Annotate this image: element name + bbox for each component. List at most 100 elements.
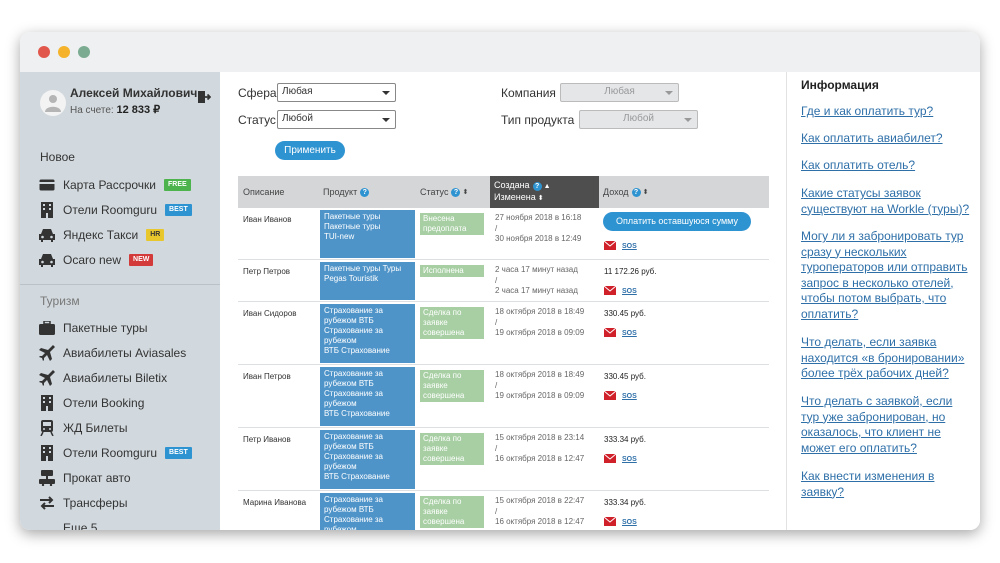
product-cell[interactable]: Пакетные туры Пакетные туры TUI-new [320,210,415,258]
income-value: 330.45 руб. [604,309,646,318]
product-line: рубежом [324,399,357,408]
column-description[interactable]: Описание [243,176,318,208]
status-line: предоплата [423,224,467,233]
car-rental-icon [38,470,56,486]
minimize-window-dot[interactable] [58,46,70,58]
status-label: Статус [238,113,276,127]
mail-icon[interactable] [603,282,617,300]
mail-icon[interactable] [603,387,617,405]
sidebar-item-car-rental[interactable]: Прокат авто [38,468,131,488]
table-row[interactable]: Иван Иванов Пакетные туры Пакетные туры TUI… [238,208,769,260]
income-value: 330.45 руб. [604,372,646,381]
info-link[interactable]: Что делать, если заявка находится «в бро… [801,335,973,382]
product-line: рубежом ВТБ [324,505,374,514]
column-product[interactable]: Продукт? [323,176,413,208]
pay-remaining-button[interactable]: Оплатить оставшуюся сумму [603,212,751,231]
sidebar-item-package-tours[interactable]: Пакетные туры [38,318,148,338]
sidebar-item-installment-card[interactable]: Карта Рассрочки FREE [38,175,191,195]
hotel-icon [38,445,56,461]
dates-cell: 15 октября 2018 в 22:47/16 октября 2018 … [495,496,584,528]
sos-link[interactable]: SOS [622,330,637,337]
help-icon[interactable]: ? [451,187,461,197]
product-cell[interactable]: Страхование за рубежом ВТБ Страхование за р… [320,493,415,530]
sort-icon[interactable]: ⬍ [462,188,468,196]
info-link[interactable]: Какие статусы заявок существуют на Workl… [801,186,973,217]
info-link[interactable]: Что делать с заявкой, если тур уже забро… [801,394,973,456]
product-line: ВТБ Страхование [324,346,390,355]
sos-link[interactable]: SOS [622,288,637,295]
help-icon[interactable]: ? [532,182,542,191]
sos-link[interactable]: SOS [622,456,637,463]
product-cell[interactable]: Страхование за рубежом ВТБ Страхование за р… [320,304,415,363]
dates-cell: 18 октября 2018 в 18:49/19 октября 2018 … [495,307,584,339]
table-row[interactable]: Иван Петров Страхование за рубежом ВТБ Стра… [238,365,769,428]
table-row[interactable]: Петр Иванов Страхование за рубежом ВТБ Стра… [238,428,769,491]
table-row[interactable]: Петр Петров Пакетные туры Туры Pegas Touri… [238,260,769,302]
product-line: Страхование за [324,369,383,378]
sidebar-item-yandex-taxi[interactable]: Яндекс Такси HR [38,225,165,245]
mail-icon[interactable] [603,237,617,255]
sidebar-item-booking[interactable]: Отели Booking [38,393,144,413]
close-window-dot[interactable] [38,46,50,58]
main-content: Сфера Любая Статус Любой Компания Любая … [220,72,786,530]
help-icon[interactable]: ? [360,187,370,197]
mail-icon[interactable] [603,513,617,530]
sidebar-item-roomguru[interactable]: Отели Roomguru BEST [38,200,192,220]
help-icon[interactable]: ? [631,187,641,197]
company-label: Компания [501,86,556,100]
sidebar-item-rail-tickets[interactable]: ЖД Билеты [38,418,128,438]
sidebar-item-biletix[interactable]: Авиабилеты Biletix [38,368,167,388]
table-row[interactable]: Марина Иванова Страхование за рубежом ВТБ С… [238,491,769,530]
table-row[interactable]: Иван Сидоров Страхование за рубежом ВТБ Стр… [238,302,769,365]
info-link[interactable]: Как внести изменения в заявку? [801,469,973,500]
mail-icon[interactable] [603,450,617,468]
best-badge: BEST [165,204,192,216]
date-separator: / [495,506,498,516]
column-status[interactable]: Статус? ⬍ [420,176,490,208]
info-link[interactable]: Могу ли я забронировать тур сразу у неск… [801,229,973,322]
user-block: Алексей Михайлович На счете: 12 833 ₽ [40,84,215,124]
sphere-select[interactable]: Любая [277,83,396,102]
client-name: Иван Петров [243,372,291,381]
mail-icon[interactable] [603,324,617,342]
date-separator: / [495,317,498,327]
created-date: 15 октября 2018 в 23:14 [495,433,585,442]
sidebar-item-ocaro[interactable]: Ocaro new NEW [38,250,154,270]
info-link[interactable]: Где и как оплатить тур? [801,104,973,120]
avatar[interactable] [40,90,66,116]
info-panel: Информация Где и как оплатить тур? Как о… [786,72,980,530]
sos-link[interactable]: SOS [622,243,637,250]
apply-button[interactable]: Применить [275,141,345,160]
info-title: Информация [801,78,879,92]
transfer-icon [38,495,56,511]
product-type-select[interactable]: Любой [579,110,698,129]
dates-cell: 2 часа 17 минут назад/2 часа 17 минут на… [495,265,578,297]
sidebar-item-aviasales[interactable]: Авиабилеты Aviasales [38,343,186,363]
status-select[interactable]: Любой [277,110,396,129]
sort-asc-icon[interactable]: ▲ [544,183,551,190]
info-link[interactable]: Как оплатить авиабилет? [801,131,973,147]
client-name: Иван Сидоров [243,309,297,318]
section-new-heading: Новое [40,150,75,164]
date-separator: / [495,275,498,285]
sos-link[interactable]: SOS [622,393,637,400]
sidebar-item-label: Трансферы [63,496,128,510]
product-cell[interactable]: Страхование за рубежом ВТБ Страхование за р… [320,367,415,426]
column-created-changed[interactable]: Создана? ▲ Изменена ⬍ [490,176,599,208]
column-income[interactable]: Доход? ⬍ [603,176,683,208]
date-separator: / [495,223,498,233]
company-select[interactable]: Любая [560,83,679,102]
sort-icon[interactable]: ⬍ [643,188,649,196]
sidebar-item-more[interactable]: Еще 5 [38,518,97,530]
sort-icon[interactable]: ⬍ [538,195,544,202]
maximize-window-dot[interactable] [78,46,90,58]
product-cell[interactable]: Страхование за рубежом ВТБ Страхование за р… [320,430,415,489]
info-link[interactable]: Как оплатить отель? [801,158,973,174]
sidebar-item-roomguru-2[interactable]: Отели Roomguru BEST [38,443,192,463]
sos-link[interactable]: SOS [622,519,637,526]
status-line: Внесена [423,214,455,223]
hotel-icon [38,202,56,218]
sidebar-item-transfers[interactable]: Трансферы [38,493,127,513]
product-cell[interactable]: Пакетные туры Туры Pegas Touristik [320,262,415,300]
logout-icon[interactable] [197,90,212,109]
